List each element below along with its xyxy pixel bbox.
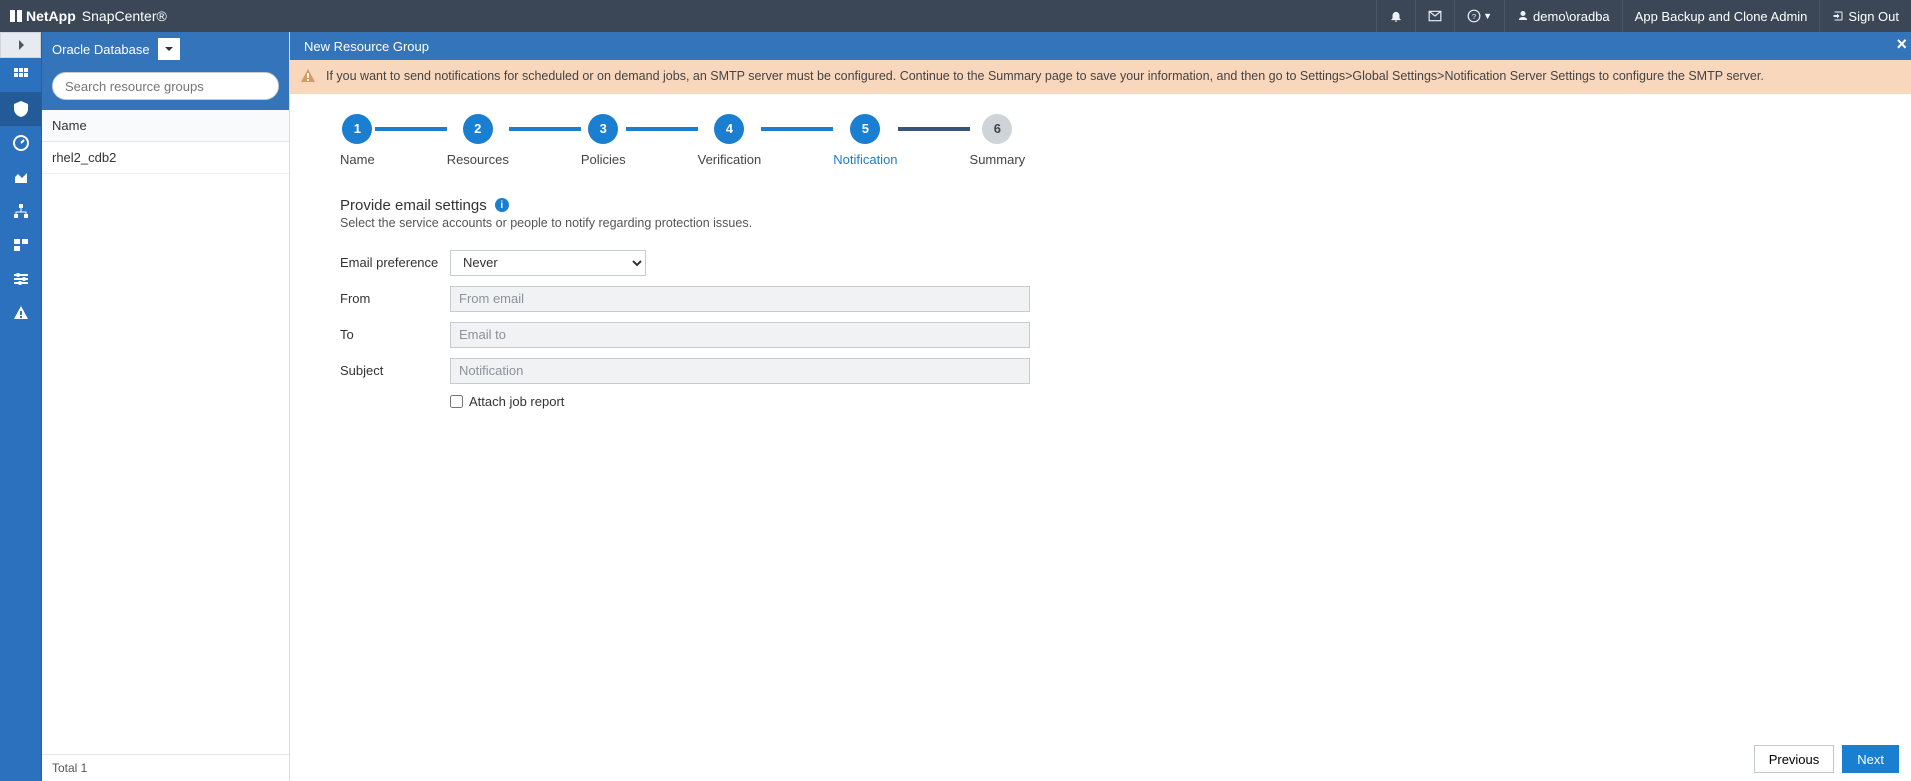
email-settings-form: Provide email settings i Select the serv… bbox=[290, 167, 1390, 439]
warning-text: If you want to send notifications for sc… bbox=[326, 69, 1764, 83]
user-menu[interactable]: demo\oradba bbox=[1504, 0, 1622, 32]
step-name[interactable]: 1 Name bbox=[340, 114, 375, 167]
resource-list-panel: Oracle Database Name rhel2_cdb2 Total 1 bbox=[42, 32, 290, 781]
grid-icon bbox=[13, 67, 29, 83]
alert-icon bbox=[13, 305, 29, 321]
messages-button[interactable] bbox=[1415, 0, 1454, 32]
breadcrumb-title: New Resource Group bbox=[304, 39, 429, 54]
help-menu[interactable]: ? ▼ bbox=[1454, 0, 1504, 32]
subject-input[interactable] bbox=[450, 358, 1030, 384]
email-pref-label: Email preference bbox=[340, 255, 450, 270]
svg-text:?: ? bbox=[1472, 12, 1476, 21]
brand-company: NetApp bbox=[26, 8, 76, 24]
step-resources[interactable]: 2 Resources bbox=[447, 114, 509, 167]
attach-report-checkbox[interactable] bbox=[450, 395, 463, 408]
step-policies[interactable]: 3 Policies bbox=[581, 114, 626, 167]
warning-icon bbox=[300, 68, 316, 90]
nav-reports[interactable] bbox=[0, 160, 41, 194]
nav-hosts[interactable] bbox=[0, 194, 41, 228]
caret-down-icon: ▼ bbox=[1483, 11, 1492, 21]
previous-button[interactable]: Previous bbox=[1754, 745, 1835, 773]
role-label[interactable]: App Backup and Clone Admin bbox=[1622, 0, 1820, 32]
step-summary[interactable]: 6 Summary bbox=[970, 114, 1026, 167]
blocks-icon bbox=[13, 237, 29, 253]
attach-report-label: Attach job report bbox=[469, 394, 564, 409]
envelope-icon bbox=[1428, 9, 1442, 23]
resource-type-selector: Oracle Database bbox=[42, 32, 289, 66]
help-icon: ? bbox=[1467, 9, 1481, 23]
brand-logo: NetApp bbox=[10, 8, 76, 24]
expand-nav-button[interactable] bbox=[0, 32, 41, 58]
breadcrumb: New Resource Group × bbox=[290, 32, 1911, 60]
form-subtitle: Select the service accounts or people to… bbox=[340, 216, 1340, 230]
from-label: From bbox=[340, 291, 450, 306]
sitemap-icon bbox=[13, 203, 29, 219]
top-bar: NetApp SnapCenter® ? ▼ demo\oradba App B… bbox=[0, 0, 1911, 32]
nav-resources[interactable] bbox=[0, 92, 41, 126]
nav-monitor[interactable] bbox=[0, 126, 41, 160]
search-input[interactable] bbox=[52, 72, 279, 100]
sliders-icon bbox=[13, 271, 29, 287]
nav-alerts[interactable] bbox=[0, 296, 41, 330]
chart-icon bbox=[13, 169, 29, 185]
brand: NetApp SnapCenter® bbox=[10, 8, 167, 24]
nav-dashboard[interactable] bbox=[0, 58, 41, 92]
netapp-logo-icon bbox=[10, 10, 22, 22]
close-wizard-button[interactable]: × bbox=[1896, 34, 1907, 55]
shield-check-icon bbox=[13, 101, 29, 117]
nav-storage[interactable] bbox=[0, 228, 41, 262]
gauge-icon bbox=[13, 135, 29, 151]
subject-label: Subject bbox=[340, 363, 450, 378]
resource-type-label: Oracle Database bbox=[52, 42, 150, 57]
info-icon[interactable]: i bbox=[495, 198, 509, 212]
nav-iconbar bbox=[0, 32, 42, 781]
user-label: demo\oradba bbox=[1533, 9, 1610, 24]
step-verification[interactable]: 4 Verification bbox=[698, 114, 762, 167]
wizard-steps: 1 Name 2 Resources 3 Policies 4 Verifica… bbox=[290, 94, 1911, 167]
to-label: To bbox=[340, 327, 450, 342]
step-notification[interactable]: 5 Notification bbox=[833, 114, 897, 167]
main-content: New Resource Group × If you want to send… bbox=[290, 32, 1911, 781]
list-footer-total: Total 1 bbox=[42, 754, 289, 781]
nav-settings[interactable] bbox=[0, 262, 41, 296]
notifications-button[interactable] bbox=[1376, 0, 1415, 32]
bell-icon bbox=[1389, 9, 1403, 23]
list-item[interactable]: rhel2_cdb2 bbox=[42, 142, 289, 174]
caret-down-icon bbox=[165, 45, 173, 53]
chevron-right-icon bbox=[16, 40, 26, 50]
signout-icon bbox=[1832, 10, 1844, 22]
next-button[interactable]: Next bbox=[1842, 745, 1899, 773]
signout-label: Sign Out bbox=[1848, 9, 1899, 24]
resource-type-dropdown[interactable] bbox=[158, 38, 180, 60]
list-header-name: Name bbox=[42, 110, 289, 142]
wizard-footer: Previous Next bbox=[290, 737, 1911, 781]
brand-app: SnapCenter® bbox=[82, 8, 167, 24]
from-input[interactable] bbox=[450, 286, 1030, 312]
to-input[interactable] bbox=[450, 322, 1030, 348]
email-pref-select[interactable]: Never bbox=[450, 250, 646, 276]
signout-button[interactable]: Sign Out bbox=[1819, 0, 1911, 32]
form-title: Provide email settings i bbox=[340, 197, 1340, 214]
warning-banner: If you want to send notifications for sc… bbox=[290, 60, 1911, 94]
user-icon bbox=[1517, 10, 1529, 22]
